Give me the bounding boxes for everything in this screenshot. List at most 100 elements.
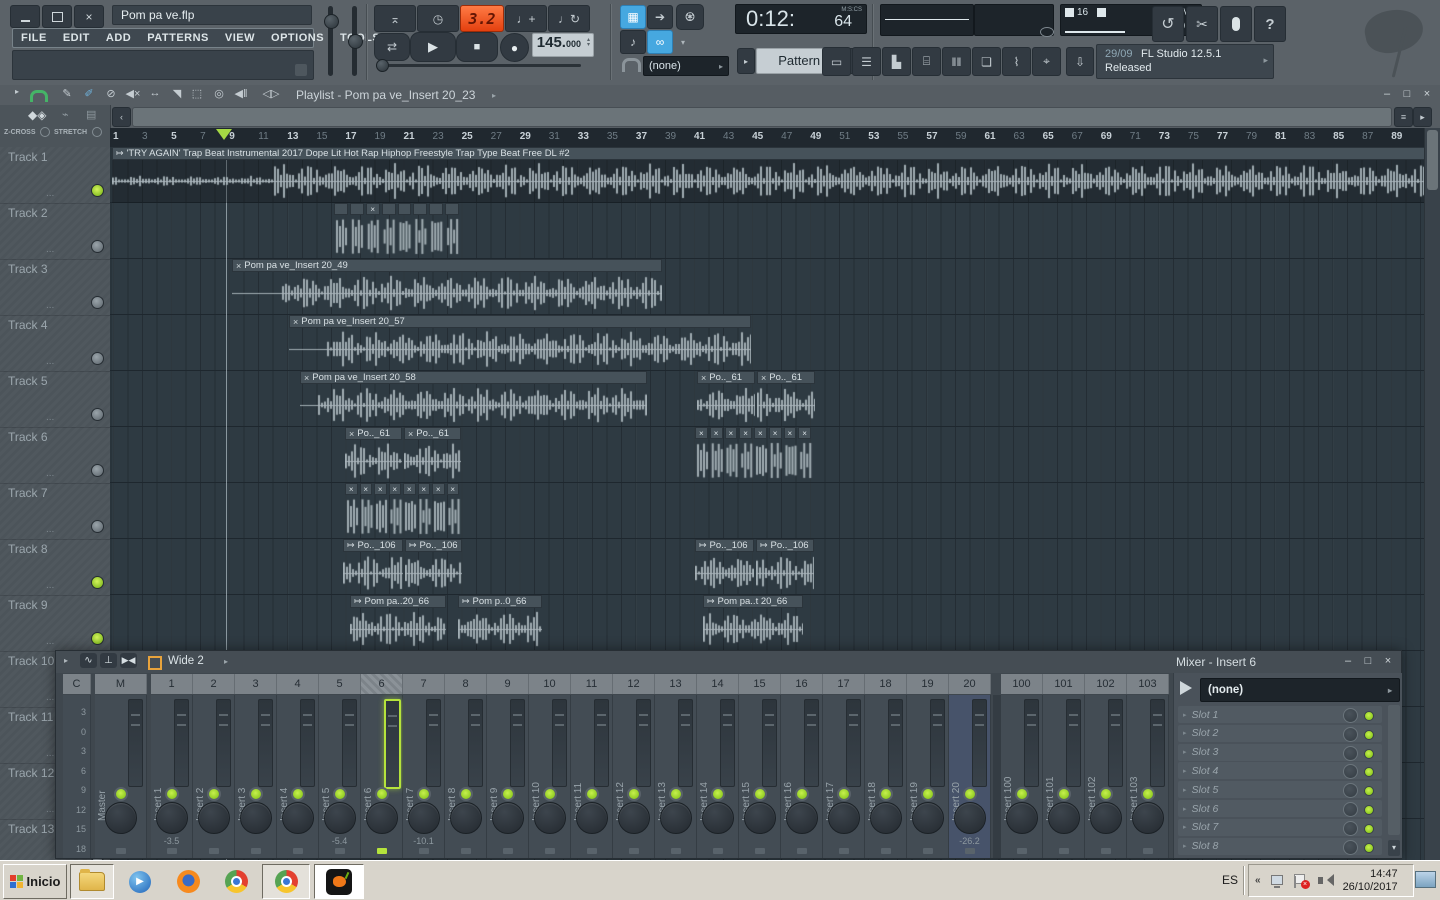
playlist-clip[interactable]: ××××××××: [345, 483, 461, 539]
mixer-strip-header[interactable]: 19: [907, 674, 949, 694]
song-mode-button[interactable]: ➔: [647, 5, 673, 29]
mixer-strip[interactable]: Insert 1-3.5: [151, 695, 193, 858]
mini-clip-header[interactable]: ×: [447, 483, 460, 495]
clip-header[interactable]: ↦Po.._106: [343, 539, 403, 552]
playlist-clip[interactable]: ↦Pom pa..20_66: [350, 595, 446, 651]
fader-handle[interactable]: [429, 714, 438, 716]
clip-header[interactable]: ↦Pom pa..t 20_66: [703, 595, 803, 608]
mini-clip-header[interactable]: [429, 203, 443, 215]
fader-handle[interactable]: [219, 714, 228, 716]
undo-button[interactable]: ↺: [1152, 6, 1184, 42]
app-minimize-button[interactable]: [10, 5, 40, 28]
playlist-clip[interactable]: ×: [334, 203, 461, 259]
playlist-clip[interactable]: ×Po.._61: [697, 371, 755, 427]
fader-handle[interactable]: [513, 714, 522, 716]
mixer-mini-fader[interactable]: [167, 848, 177, 854]
pattern-mode-button[interactable]: ▦: [620, 5, 646, 29]
playlist-clip[interactable]: ×Pom pa ve_Insert 20_49: [232, 259, 662, 315]
fader-handle[interactable]: [891, 714, 900, 716]
mixer-mini-fader[interactable]: [1059, 848, 1069, 854]
playlist-maximize-button[interactable]: □: [1398, 88, 1416, 100]
mixer-mute-led[interactable]: [879, 787, 893, 801]
mini-clip-header[interactable]: ×: [739, 427, 752, 439]
mixer-mute-led[interactable]: [1099, 787, 1113, 801]
mixer-pan-knob[interactable]: [660, 802, 692, 834]
mixer-fader[interactable]: [384, 699, 401, 789]
mixer-pan-knob[interactable]: [1006, 802, 1038, 834]
mixer-mini-fader[interactable]: [839, 848, 849, 854]
song-loop-button[interactable]: ⇄: [374, 33, 410, 61]
mixer-strip-header[interactable]: 15: [739, 674, 781, 694]
mixer-pan-knob[interactable]: [912, 802, 944, 834]
playlist-clip[interactable]: ×Po.._61: [757, 371, 815, 427]
slot-mix-knob[interactable]: [1343, 764, 1358, 779]
mixer-close-button[interactable]: ×: [1379, 655, 1397, 667]
mixer-pan-knob[interactable]: [618, 802, 650, 834]
track-led[interactable]: [91, 240, 104, 253]
mixer-fader[interactable]: [846, 699, 861, 787]
timeline-ruler[interactable]: 1357911131517192123252729313335373941434…: [110, 128, 1440, 148]
mixer-maximize-button[interactable]: □: [1359, 655, 1377, 667]
plugin-picker-button[interactable]: ⌇: [1002, 47, 1031, 76]
mute-tool-icon[interactable]: ◀×: [124, 87, 142, 100]
slot-mix-knob[interactable]: [1343, 708, 1358, 723]
piano-roll-view-button[interactable]: ▙: [882, 47, 911, 76]
oscilloscope-panel[interactable]: [880, 4, 974, 36]
menu-item-edit[interactable]: EDIT: [55, 30, 98, 46]
mixer-mini-fader[interactable]: [755, 848, 765, 854]
fader-handle[interactable]: [681, 714, 690, 716]
track-header[interactable]: Track 4...: [0, 315, 110, 372]
track-header[interactable]: Track 9...: [0, 595, 110, 652]
slot-mix-knob[interactable]: [1343, 821, 1358, 836]
menu-item-add[interactable]: ADD: [98, 30, 139, 46]
mini-clip-header[interactable]: ×: [345, 483, 358, 495]
time-display[interactable]: 0:12: 64 M:S:CS: [735, 4, 867, 34]
playlist-clip[interactable]: ×Po.._61: [345, 427, 402, 483]
mixer-pan-knob[interactable]: [198, 802, 230, 834]
mini-clip-header[interactable]: ×: [710, 427, 723, 439]
slot-mix-knob[interactable]: [1343, 802, 1358, 817]
taskbar-wmp-button[interactable]: ▶: [118, 864, 162, 899]
mixer-strip-header[interactable]: 102: [1085, 674, 1127, 694]
mixer-fader[interactable]: [1108, 699, 1123, 787]
mixer-pan-knob[interactable]: [408, 802, 440, 834]
help-button[interactable]: ?: [1254, 6, 1286, 42]
fader-handle[interactable]: [345, 714, 354, 716]
track-options[interactable]: ...: [46, 244, 54, 255]
mixer-strip[interactable]: Insert 19: [907, 695, 949, 858]
paint-tool-icon[interactable]: ✐: [80, 87, 98, 100]
menu-item-options[interactable]: OPTIONS: [263, 30, 332, 46]
track-led[interactable]: [91, 464, 104, 477]
mixer-mute-led[interactable]: [543, 787, 557, 801]
mixer-fader[interactable]: [342, 699, 357, 787]
mixer-mini-fader[interactable]: [881, 848, 891, 854]
mixer-mute-led[interactable]: [1015, 787, 1029, 801]
mixer-fader[interactable]: [678, 699, 693, 787]
playlist-clip[interactable]: ↦Pom pa..t 20_66: [703, 595, 803, 651]
fader-handle[interactable]: [1069, 714, 1078, 716]
mixer-mute-led[interactable]: [669, 787, 683, 801]
mixer-fader[interactable]: [762, 699, 777, 787]
mixer-mute-led[interactable]: [207, 787, 221, 801]
mixer-strip-header[interactable]: 101: [1043, 674, 1085, 694]
fx-slot[interactable]: ▸Slot 7: [1178, 819, 1382, 836]
record-audio-button[interactable]: [1220, 6, 1252, 42]
mixer-strip[interactable]: Insert 12: [613, 695, 655, 858]
clip-header[interactable]: ↦Po.._106: [405, 539, 462, 552]
fader-handle[interactable]: [723, 714, 732, 716]
mini-clip-header[interactable]: ×: [366, 203, 380, 215]
mixer-strip[interactable]: Insert 11: [571, 695, 613, 858]
mixer-mute-led[interactable]: [459, 787, 473, 801]
playlist-clip[interactable]: ↦Po.._106: [695, 539, 754, 595]
slot-mix-knob[interactable]: [1343, 727, 1358, 742]
mixer-strip[interactable]: Insert 3: [235, 695, 277, 858]
zcross-toggle[interactable]: [40, 127, 50, 137]
scroll-option-button[interactable]: ≡: [1394, 107, 1413, 127]
mixer-pan-knob[interactable]: [156, 802, 188, 834]
slice-tool-icon[interactable]: ◥: [168, 87, 186, 100]
mixer-preset-arrow-icon[interactable]: ▸: [224, 657, 228, 666]
mixer-fader[interactable]: [720, 699, 735, 787]
mixer-fader[interactable]: [258, 699, 273, 787]
browser-view-button[interactable]: ⌸: [912, 47, 941, 76]
track-led[interactable]: [91, 296, 104, 309]
